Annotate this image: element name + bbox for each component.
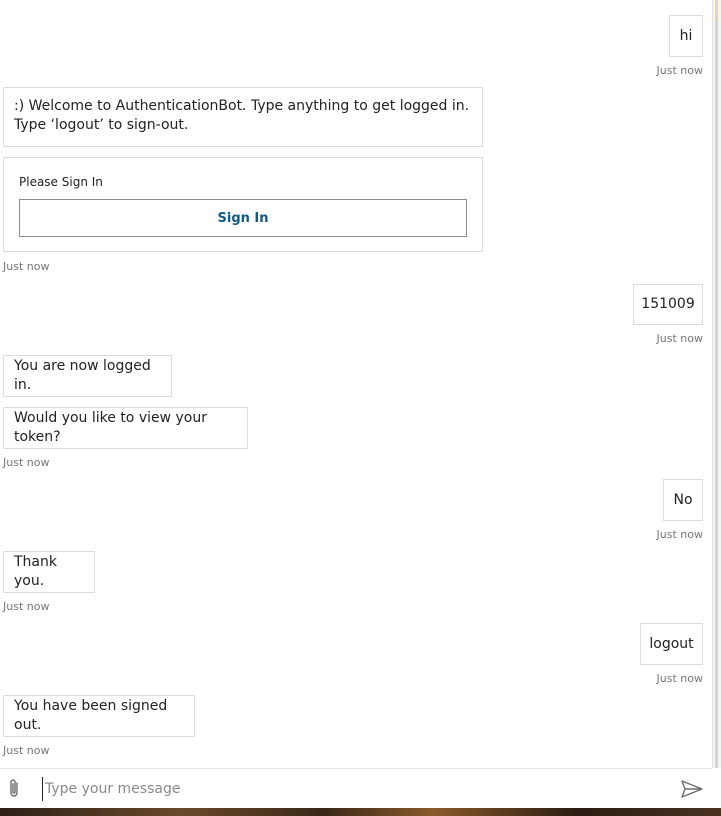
message-input[interactable]	[42, 777, 665, 801]
message-timestamp: Just now	[3, 600, 50, 613]
card-title: Please Sign In	[19, 175, 103, 189]
paperclip-icon[interactable]	[6, 778, 22, 800]
message-text: logout	[649, 635, 694, 652]
chat-scrollbar[interactable]	[712, 0, 721, 768]
message-timestamp: Just now	[3, 744, 50, 757]
bot-message: You are now logged in.	[3, 355, 172, 397]
user-message: 151009	[633, 284, 703, 325]
message-timestamp: Just now	[656, 672, 703, 685]
message-timestamp: Just now	[3, 260, 50, 273]
message-text: No	[673, 491, 693, 508]
message-timestamp: Just now	[656, 332, 703, 345]
desktop-background-strip	[0, 808, 721, 816]
message-text: Would you like to view your token?	[14, 410, 207, 445]
message-text: You have been signed out.	[14, 698, 168, 733]
user-message: logout	[640, 623, 703, 665]
message-timestamp: Just now	[3, 456, 50, 469]
send-icon[interactable]	[680, 779, 704, 799]
chat-history: hi Just now :) Welcome to Authentication…	[0, 0, 712, 768]
bot-message: :) Welcome to AuthenticationBot. Type an…	[3, 87, 483, 147]
bot-message: Thank you.	[3, 551, 95, 593]
sign-in-button[interactable]: Sign In	[19, 199, 467, 237]
user-message: hi	[669, 15, 703, 57]
message-timestamp: Just now	[656, 528, 703, 541]
message-timestamp: Just now	[656, 64, 703, 77]
message-text: You are now logged in.	[14, 358, 151, 393]
message-composer	[0, 768, 712, 808]
message-text: :) Welcome to AuthenticationBot. Type an…	[14, 98, 470, 133]
message-text: hi	[679, 27, 693, 44]
message-text: Thank you.	[14, 554, 57, 589]
message-text: 151009	[641, 296, 695, 312]
scrollbar-thumb[interactable]	[715, 0, 718, 768]
signin-card: Please Sign In Sign In	[3, 157, 483, 252]
user-message: No	[663, 479, 703, 521]
bot-message: Would you like to view your token?	[3, 407, 248, 449]
bot-message: You have been signed out.	[3, 695, 195, 737]
